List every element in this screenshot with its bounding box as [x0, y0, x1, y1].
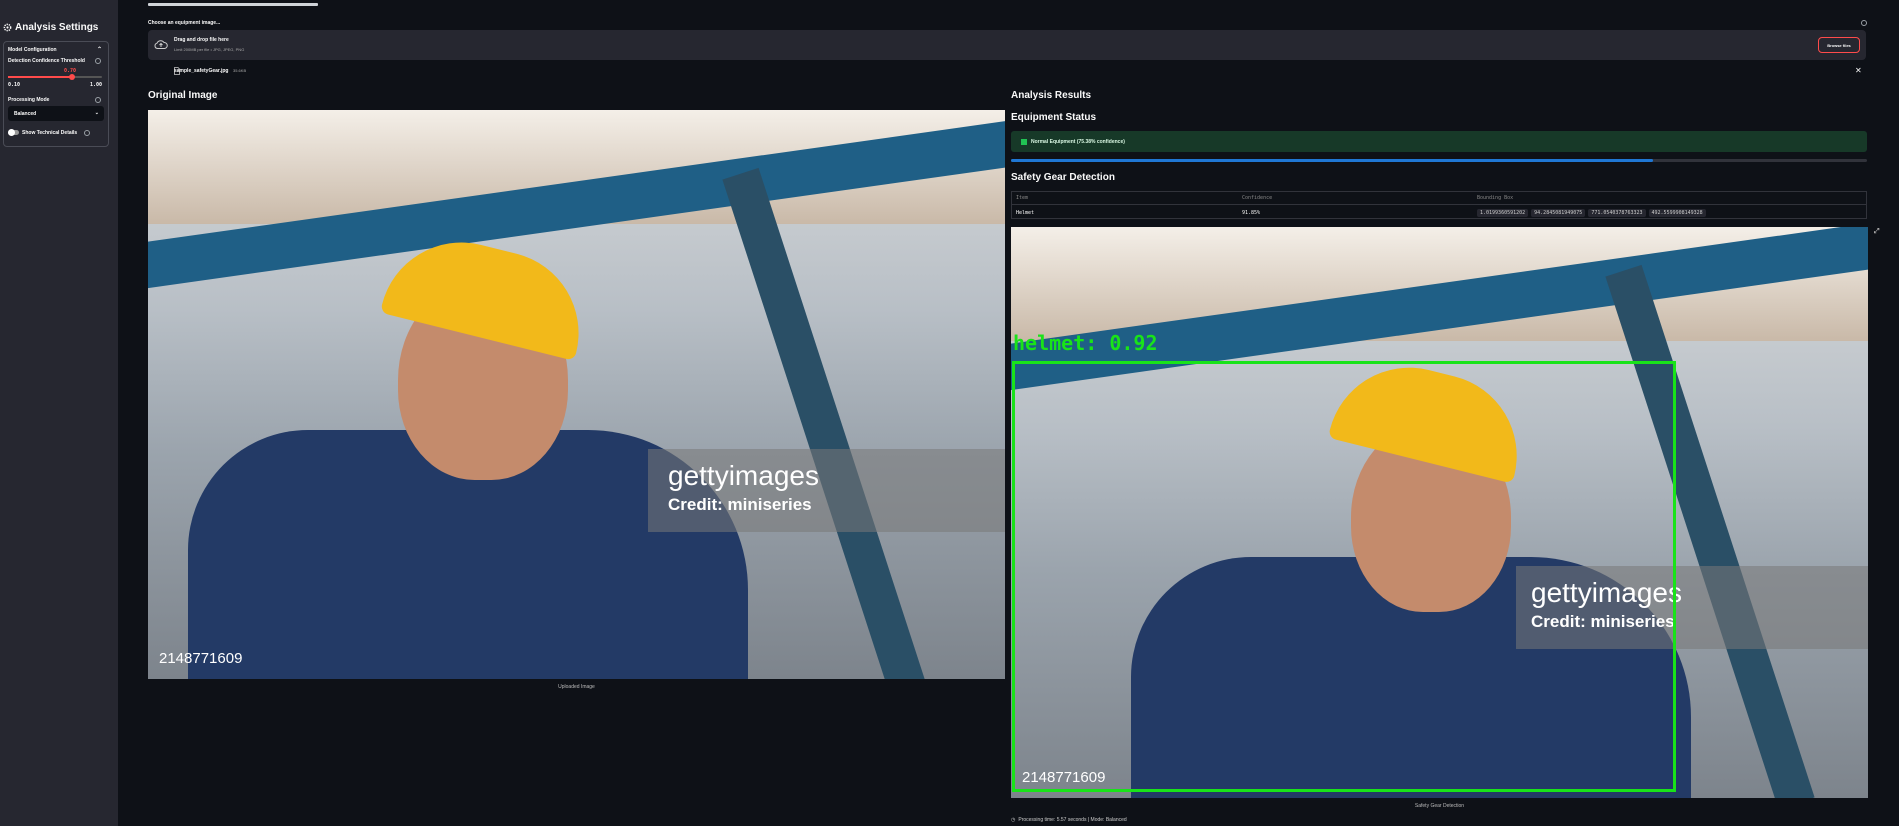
table-header: Item Confidence Bounding Box [1012, 192, 1866, 205]
detection-table[interactable]: Item Confidence Bounding Box Helmet 91.8… [1011, 191, 1867, 219]
model-config-panel: Model Configuration ⌃ Detection Confiden… [3, 41, 109, 147]
watermark-brand: gettyimages [668, 460, 819, 491]
detection-image: gettyimages Credit: miniseries 214877160… [1011, 227, 1868, 798]
toggle-label: Show Technical Details [22, 130, 78, 136]
original-caption: Uploaded Image [558, 684, 595, 690]
chevron-down-icon: ⌄ [94, 110, 99, 116]
model-config-heading[interactable]: Model Configuration [8, 47, 57, 53]
help-icon[interactable] [1861, 20, 1867, 26]
technical-details-toggle[interactable] [8, 129, 19, 136]
watermark-id: 2148771609 [159, 650, 243, 667]
file-uploader[interactable]: Drag and drop file here Limit 200MB per … [148, 30, 1866, 60]
timer-icon: ◷ [1011, 817, 1016, 823]
page-subtitle-bar [148, 3, 318, 6]
browse-files-button[interactable]: Browse files [1818, 37, 1860, 53]
slider-fill [8, 76, 71, 78]
threshold-max: 1.00 [89, 82, 102, 88]
status-heading: Equipment Status [1011, 112, 1097, 123]
close-icon[interactable]: ✕ [1855, 66, 1862, 75]
threshold-min: 0.10 [8, 82, 21, 88]
help-icon[interactable] [84, 130, 90, 136]
chevron-up-icon[interactable]: ⌃ [97, 46, 102, 53]
status-text: Normal Equipment (75.38% confidence) [1031, 138, 1125, 145]
gear-icon [3, 23, 12, 32]
fullscreen-icon[interactable]: ⤢ [1874, 228, 1880, 236]
original-heading: Original Image [148, 90, 218, 101]
threshold-label: Detection Confidence Threshold [8, 58, 85, 64]
drop-title: Drag and drop file here [174, 37, 229, 43]
col-header-item: Item [1016, 195, 1029, 201]
gear-heading: Safety Gear Detection [1011, 172, 1115, 183]
bbox-value: 1.0199360591202 [1477, 208, 1529, 217]
detection-label: helmet: 0.92 [1013, 331, 1158, 355]
file-size: 35.6KB [233, 68, 247, 73]
cell-bbox: 1.0199360591202 94.2845081949075 771.05403… [1477, 208, 1709, 217]
check-icon [1021, 138, 1027, 145]
progress-fill [1011, 159, 1653, 162]
sidebar-title: Analysis Settings [3, 22, 98, 33]
table-row: Helmet 91.85% 1.0199360591202 94.28450819… [1012, 206, 1866, 219]
watermark-credit: Credit: miniseries [668, 495, 812, 514]
chooser-label: Choose an equipment image... [148, 20, 221, 26]
help-icon[interactable] [95, 97, 101, 103]
detection-caption: Safety Gear Detection [1414, 803, 1465, 809]
sidebar: Analysis Settings Model Configuration ⌃ … [0, 0, 118, 826]
cell-confidence: 91.85% [1242, 209, 1261, 216]
mode-label: Processing Mode [8, 97, 50, 103]
detection-box [1012, 361, 1676, 792]
bbox-value: 492.5599908149328 [1648, 208, 1706, 217]
original-image: gettyimages Credit: miniseries 214877160… [148, 110, 1005, 679]
sidebar-title-text: Analysis Settings [15, 22, 99, 33]
help-icon[interactable] [95, 58, 101, 64]
mode-select[interactable]: Balanced ⌄ [8, 106, 104, 121]
threshold-value: 0.70 [64, 68, 77, 74]
slider-thumb[interactable] [69, 74, 75, 80]
drop-limit: Limit 200MB per file • JPG, JPEG, PNG [174, 47, 245, 52]
file-name: sample_safetyGear.jpg [174, 68, 229, 74]
col-header-confidence: Confidence [1242, 195, 1273, 201]
threshold-slider[interactable] [8, 74, 102, 80]
bbox-value: 94.2845081949075 [1531, 208, 1586, 217]
processing-footer: ◷ Processing time: 5.57 seconds | Mode: … [1011, 817, 1127, 823]
status-alert: Normal Equipment (75.38% confidence) [1011, 131, 1867, 152]
status-progress-bar [1011, 159, 1867, 162]
footer-text: Processing time: 5.57 seconds | Mode: Ba… [1018, 817, 1127, 823]
mode-select-value: Balanced [14, 111, 37, 117]
bbox-value: 771.0540378763323 [1588, 208, 1646, 217]
results-heading: Analysis Results [1011, 90, 1092, 101]
cloud-upload-icon [154, 40, 168, 49]
cell-item: Helmet [1016, 209, 1035, 216]
col-header-bbox: Bounding Box [1477, 195, 1514, 201]
